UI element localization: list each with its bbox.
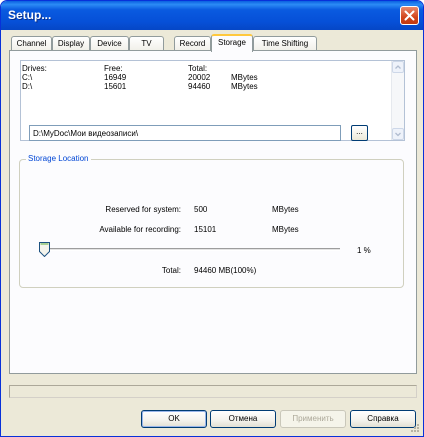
free-header: Free: (104, 64, 123, 73)
tab-tv[interactable]: TV (129, 36, 164, 51)
drives-scrollbar[interactable] (391, 61, 404, 140)
tab-storage[interactable]: Storage (211, 34, 253, 52)
chevron-down-icon (395, 132, 401, 137)
available-value: 15101 (194, 225, 217, 234)
drive-c-name: C:\ (22, 73, 33, 82)
close-icon (404, 10, 415, 21)
drive-c-total: 20002 (188, 73, 211, 82)
chevron-up-icon (395, 65, 401, 69)
drive-d-name: D:\ (22, 82, 33, 91)
storage-location-title: Storage Location (26, 154, 91, 163)
storage-path-field[interactable] (29, 125, 341, 141)
total-value: 94460 MB(100%) (194, 266, 257, 275)
drive-c-unit: MBytes (231, 73, 258, 82)
tab-time-shifting[interactable]: Time Shifting (253, 36, 317, 51)
available-unit: MBytes (272, 225, 299, 234)
close-button[interactable] (400, 6, 419, 25)
reserved-label: Reserved for system: (105, 205, 181, 214)
total-label: Total: (161, 266, 181, 275)
drive-d-total: 94460 (188, 82, 211, 91)
status-strip (9, 385, 417, 398)
scroll-up-button[interactable] (392, 61, 404, 73)
cancel-button[interactable]: Отмена (210, 410, 276, 428)
window-title: Setup... (8, 8, 52, 22)
reserve-slider-track[interactable] (43, 248, 340, 251)
scroll-down-button[interactable] (392, 128, 404, 140)
slider-percent-readout: 1 % (357, 246, 371, 255)
reserve-slider-thumb[interactable] (39, 242, 50, 257)
drives-header: Drives: (22, 64, 47, 73)
storage-tab-panel: Drives: Free: Total: C:\ 16949 20002 MBy… (9, 50, 417, 374)
tab-device[interactable]: Device (90, 36, 129, 51)
reserved-value: 500 (194, 205, 208, 214)
ok-button[interactable]: OK (141, 410, 207, 428)
drive-c-free: 16949 (104, 73, 127, 82)
title-bar[interactable]: Setup... (1, 1, 423, 30)
tab-channel[interactable]: Channel (11, 36, 52, 51)
tab-record[interactable]: Record (174, 36, 211, 51)
apply-button[interactable]: Применить (280, 410, 346, 428)
setup-dialog: Setup... Channel Display Device TV Recor… (0, 0, 424, 437)
drive-d-free: 15601 (104, 82, 127, 91)
help-button[interactable]: Справка (350, 410, 416, 428)
drive-d-unit: MBytes (231, 82, 258, 91)
total-header: Total: (188, 64, 208, 73)
browse-button[interactable]: ... (351, 125, 368, 141)
available-label: Available for recording: (99, 225, 181, 234)
resize-grip-icon[interactable] (410, 423, 420, 433)
reserved-unit: MBytes (272, 205, 299, 214)
tab-display[interactable]: Display (52, 36, 90, 51)
